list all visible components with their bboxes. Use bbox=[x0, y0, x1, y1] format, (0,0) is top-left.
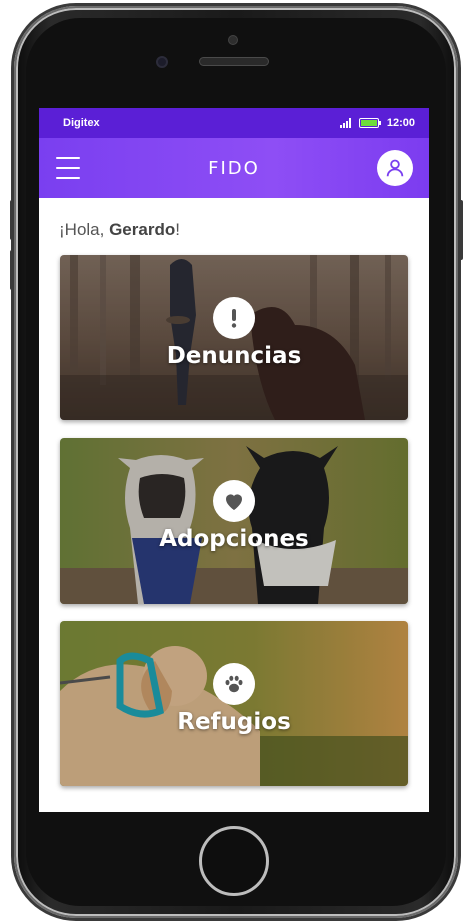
home-button[interactable] bbox=[199, 826, 269, 896]
speaker-grille bbox=[199, 57, 269, 66]
app-title: FIDO bbox=[208, 157, 260, 179]
power-button bbox=[459, 200, 463, 260]
card-denuncias[interactable]: Denuncias bbox=[60, 255, 408, 420]
exclamation-icon bbox=[231, 309, 237, 328]
status-bar: Digitex 12:00 bbox=[39, 108, 429, 138]
user-profile-icon bbox=[386, 159, 404, 177]
menu-cards: Denuncias Adopciones Refugios bbox=[60, 255, 408, 804]
app-bar: FIDO bbox=[39, 138, 429, 198]
greeting-suffix: ! bbox=[175, 220, 180, 239]
signal-icon bbox=[339, 118, 351, 128]
card-icon-badge bbox=[213, 663, 255, 705]
earpiece-sensor bbox=[228, 35, 238, 45]
greeting-text: ¡Hola, Gerardo! bbox=[59, 220, 429, 242]
card-icon-badge bbox=[213, 297, 255, 339]
volume-button bbox=[10, 200, 14, 240]
card-refugios[interactable]: Refugios bbox=[60, 621, 408, 786]
battery-icon bbox=[358, 118, 381, 128]
front-camera bbox=[156, 56, 168, 68]
card-adopciones[interactable]: Adopciones bbox=[60, 438, 408, 604]
profile-button[interactable] bbox=[377, 150, 413, 186]
hamburger-menu-icon[interactable] bbox=[56, 157, 80, 179]
card-label: Refugios bbox=[177, 709, 291, 735]
paw-icon bbox=[225, 675, 243, 693]
carrier-name: Digitex bbox=[63, 117, 100, 129]
user-name: Gerardo bbox=[109, 220, 176, 239]
card-icon-badge bbox=[213, 480, 255, 522]
status-time: 12:00 bbox=[386, 117, 415, 129]
volume-button bbox=[10, 250, 14, 290]
heart-icon bbox=[226, 494, 242, 510]
card-label: Adopciones bbox=[159, 526, 309, 552]
greeting-prefix: ¡Hola, bbox=[59, 220, 110, 239]
card-label: Denuncias bbox=[166, 343, 302, 369]
app-screen: Digitex 12:00 FIDO ¡Hola, Gerardo! Denun… bbox=[39, 108, 429, 812]
status-icons: 12:00 bbox=[339, 117, 415, 129]
